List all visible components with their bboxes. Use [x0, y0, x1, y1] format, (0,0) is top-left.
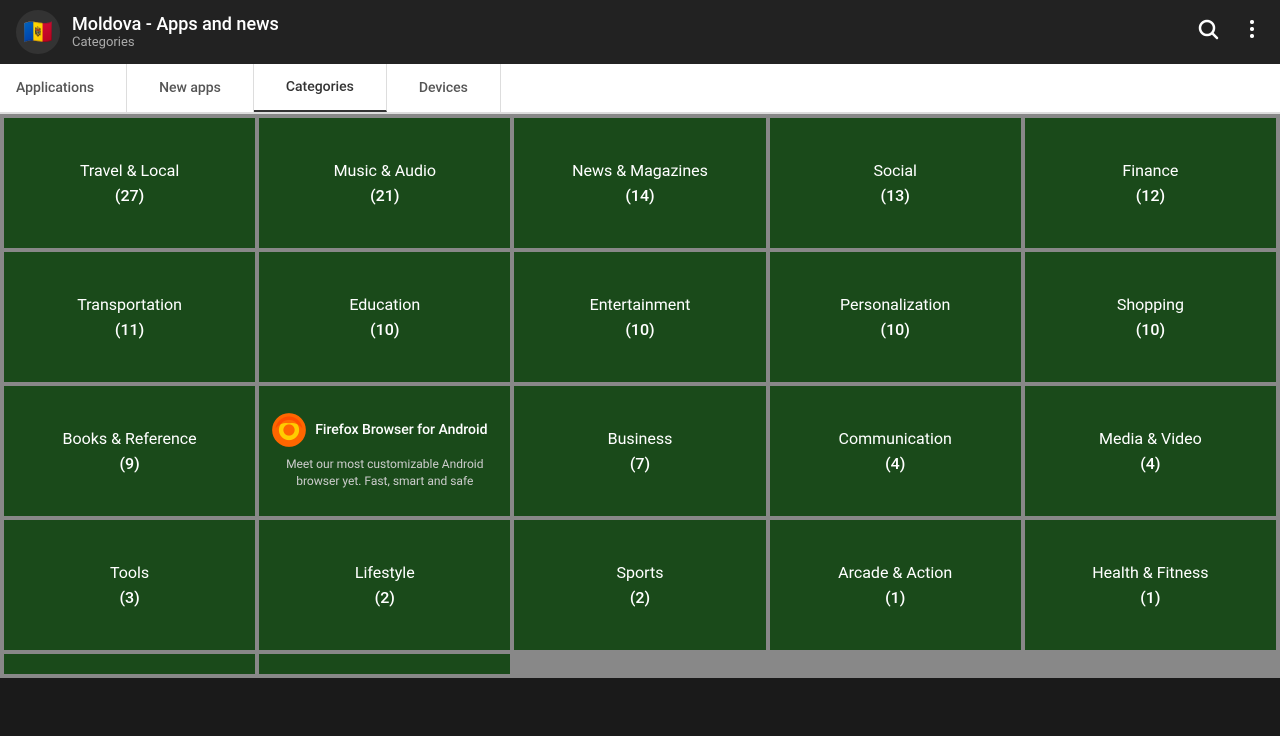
category-media-video[interactable]: Media & Video (4) — [1025, 386, 1276, 516]
category-entertainment[interactable]: Entertainment (10) — [514, 252, 765, 382]
category-tools[interactable]: Tools (3) — [4, 520, 255, 650]
tab-new-apps[interactable]: New apps — [127, 64, 254, 112]
ad-cell-firefox[interactable]: Firefox Browser for Android Meet our mos… — [259, 386, 510, 516]
firefox-logo — [271, 412, 307, 448]
category-news-magazines[interactable]: News & Magazines (14) — [514, 118, 765, 248]
category-lifestyle[interactable]: Lifestyle (2) — [259, 520, 510, 650]
tab-applications[interactable]: Applications — [0, 64, 127, 112]
category-travel-local[interactable]: Travel & Local (27) — [4, 118, 255, 248]
category-finance[interactable]: Finance (12) — [1025, 118, 1276, 248]
flag-icon: 🇲🇩 — [23, 18, 53, 46]
more-menu-icon[interactable] — [1240, 17, 1264, 47]
category-sports[interactable]: Sports (2) — [514, 520, 765, 650]
search-icon[interactable] — [1196, 17, 1220, 47]
partial-cell-1 — [4, 654, 255, 674]
partial-cell-2 — [259, 654, 510, 674]
header-titles: Moldova - Apps and news Categories — [72, 14, 279, 50]
partial-bottom-row — [0, 654, 1280, 678]
app-logo: 🇲🇩 — [16, 10, 60, 54]
category-education[interactable]: Education (10) — [259, 252, 510, 382]
category-business[interactable]: Business (7) — [514, 386, 765, 516]
categories-grid: Travel & Local (27) Music & Audio (21) N… — [0, 114, 1280, 654]
tab-devices[interactable]: Devices — [387, 64, 501, 112]
partial-cell-5 — [1025, 654, 1276, 674]
header-left: 🇲🇩 Moldova - Apps and news Categories — [16, 10, 279, 54]
ad-header: Firefox Browser for Android — [271, 412, 498, 448]
category-music-audio[interactable]: Music & Audio (21) — [259, 118, 510, 248]
tab-categories[interactable]: Categories — [254, 64, 387, 112]
category-health-fitness[interactable]: Health & Fitness (1) — [1025, 520, 1276, 650]
category-transportation[interactable]: Transportation (11) — [4, 252, 255, 382]
category-books-reference[interactable]: Books & Reference (9) — [4, 386, 255, 516]
category-arcade-action[interactable]: Arcade & Action (1) — [770, 520, 1021, 650]
category-communication[interactable]: Communication (4) — [770, 386, 1021, 516]
header-right — [1196, 17, 1264, 47]
category-personalization[interactable]: Personalization (10) — [770, 252, 1021, 382]
nav-tabs: Applications New apps Categories Devices — [0, 64, 1280, 114]
app-header: 🇲🇩 Moldova - Apps and news Categories — [0, 0, 1280, 64]
app-title: Moldova - Apps and news — [72, 14, 279, 35]
partial-cell-4 — [770, 654, 1021, 674]
ad-title: Firefox Browser for Android — [315, 422, 487, 438]
category-social[interactable]: Social (13) — [770, 118, 1021, 248]
partial-cell-3 — [514, 654, 765, 674]
app-subtitle: Categories — [72, 35, 279, 50]
ad-description: Meet our most customizable Android brows… — [271, 456, 498, 490]
category-shopping[interactable]: Shopping (10) — [1025, 252, 1276, 382]
